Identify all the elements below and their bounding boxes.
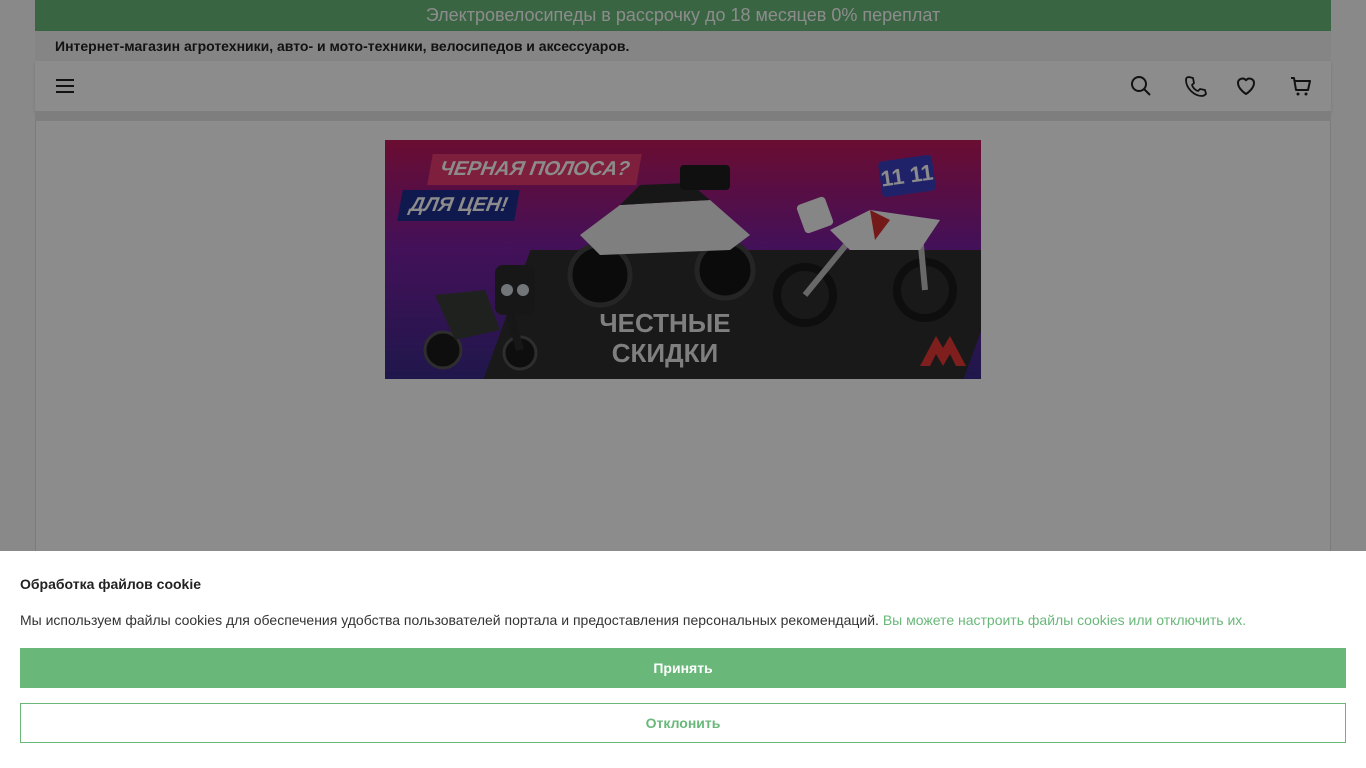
cookie-consent-panel: Обработка файлов cookie Мы используем фа… [0, 551, 1366, 768]
accept-cookies-button[interactable]: Принять [20, 648, 1346, 688]
decline-cookies-button[interactable]: Отклонить [20, 703, 1346, 743]
cookie-settings-link[interactable]: Вы можете настроить файлы cookies или от… [883, 612, 1246, 628]
cookie-description: Мы используем файлы cookies для обеспече… [20, 612, 1246, 628]
cookie-title: Обработка файлов cookie [20, 576, 202, 592]
cookie-text: Мы используем файлы cookies для обеспече… [20, 612, 879, 628]
modal-overlay[interactable] [0, 0, 1366, 551]
